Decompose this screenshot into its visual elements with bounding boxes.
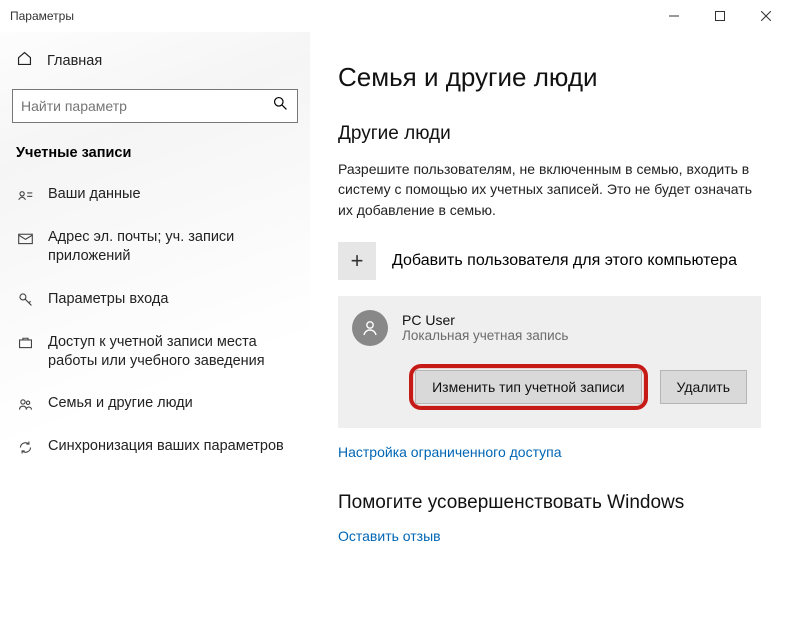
sidebar-item-label: Ваши данные	[48, 185, 141, 204]
key-icon	[16, 291, 34, 309]
nav-home[interactable]: Главная	[0, 40, 310, 81]
feedback-link[interactable]: Оставить отзыв	[338, 528, 441, 544]
page-title: Семья и другие люди	[338, 62, 761, 93]
sidebar-item-label: Параметры входа	[48, 290, 168, 309]
sidebar-item-email-accounts[interactable]: Адрес эл. почты; уч. записи приложений	[0, 216, 310, 278]
avatar-icon	[352, 310, 388, 346]
sidebar-item-sign-in-options[interactable]: Параметры входа	[0, 278, 310, 321]
close-button[interactable]	[743, 0, 789, 32]
section-other-people-title: Другие люди	[338, 123, 761, 145]
home-icon	[16, 50, 33, 71]
sidebar-item-work-access[interactable]: Доступ к учетной записи места работы или…	[0, 321, 310, 383]
sidebar-item-label: Синхронизация ваших параметров	[48, 437, 284, 456]
plus-icon: +	[338, 242, 376, 280]
sidebar-item-label: Семья и другие люди	[48, 394, 193, 413]
briefcase-icon	[16, 334, 34, 352]
titlebar: Параметры	[0, 0, 789, 32]
person-card-icon	[16, 186, 34, 204]
restricted-access-link[interactable]: Настройка ограниченного доступа	[338, 444, 562, 460]
main-content: Семья и другие люди Другие люди Разрешит…	[310, 32, 789, 617]
user-name: PC User	[402, 312, 568, 328]
mail-icon	[16, 229, 34, 247]
people-icon	[16, 395, 34, 413]
sidebar-item-label: Доступ к учетной записи места работы или…	[48, 333, 294, 371]
sidebar: Главная Учетные записи Ваши данные	[0, 32, 310, 617]
user-card[interactable]: PC User Локальная учетная запись Изменит…	[338, 296, 761, 428]
sidebar-item-sync[interactable]: Синхронизация ваших параметров	[0, 425, 310, 468]
add-user-button[interactable]: + Добавить пользователя для этого компью…	[338, 242, 761, 280]
add-user-label: Добавить пользователя для этого компьюте…	[392, 252, 737, 270]
window-title: Параметры	[10, 9, 74, 23]
change-account-type-button[interactable]: Изменить тип учетной записи	[415, 370, 641, 404]
nav-home-label: Главная	[47, 53, 102, 69]
sidebar-item-family[interactable]: Семья и другие люди	[0, 382, 310, 425]
search-icon	[272, 95, 289, 117]
search-box[interactable]	[12, 89, 298, 123]
highlight-annotation: Изменить тип учетной записи	[409, 364, 647, 410]
search-input[interactable]	[21, 98, 272, 114]
sidebar-category-title: Учетные записи	[0, 137, 310, 173]
sidebar-item-label: Адрес эл. почты; уч. записи приложений	[48, 228, 294, 266]
user-type: Локальная учетная запись	[402, 328, 568, 343]
maximize-button[interactable]	[697, 0, 743, 32]
sidebar-item-your-info[interactable]: Ваши данные	[0, 173, 310, 216]
sync-icon	[16, 438, 34, 456]
minimize-button[interactable]	[651, 0, 697, 32]
delete-user-button[interactable]: Удалить	[660, 370, 747, 404]
section-other-people-desc: Разрешите пользователям, не включенным в…	[338, 159, 761, 220]
help-section-title: Помогите усовершенствовать Windows	[338, 492, 761, 514]
